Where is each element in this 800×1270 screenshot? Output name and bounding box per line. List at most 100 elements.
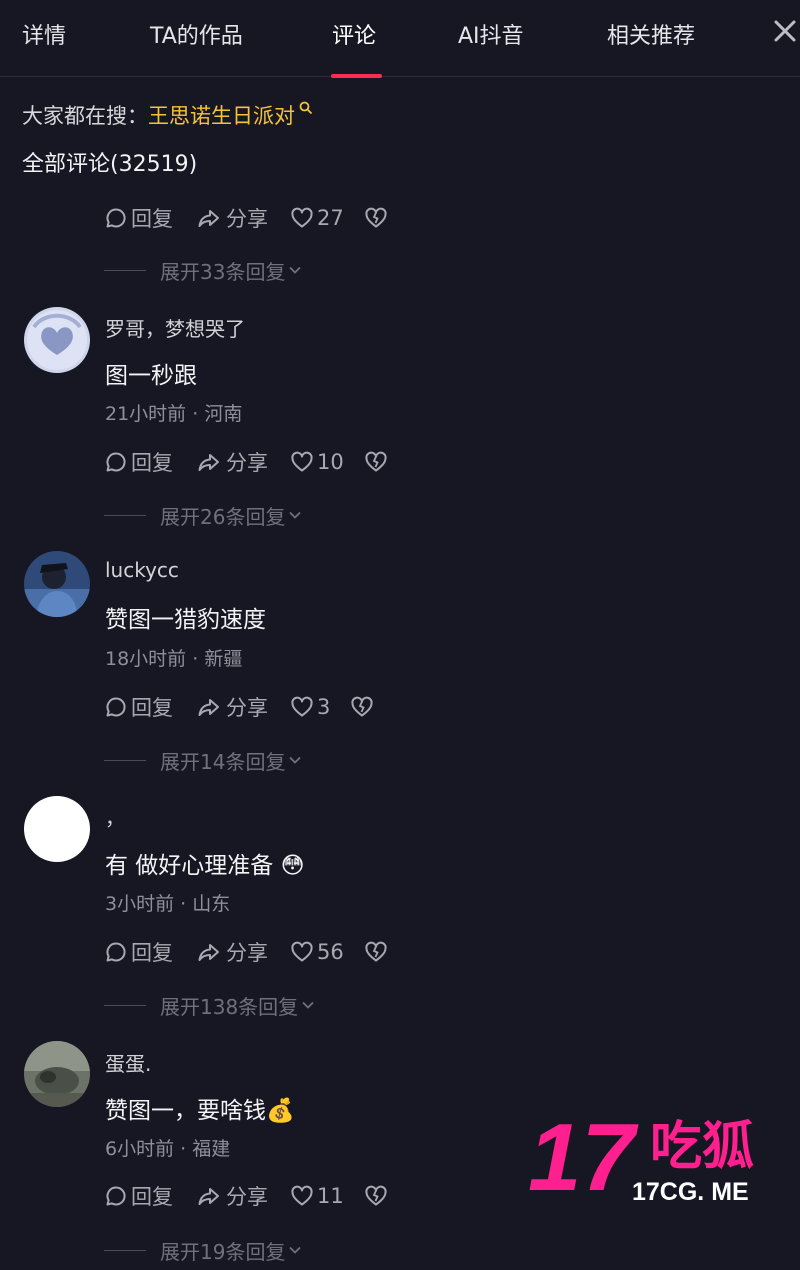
search-keyword-link[interactable]: 王思诺生日派对 bbox=[148, 104, 295, 128]
avatar[interactable] bbox=[24, 551, 90, 617]
chevron-down-icon bbox=[287, 1242, 303, 1258]
comment-time: 3小时前 bbox=[105, 893, 175, 915]
reply-button[interactable]: 回复 bbox=[104, 203, 173, 233]
comment-time: 21小时前 bbox=[105, 403, 187, 425]
like-button[interactable]: 27 bbox=[290, 206, 344, 230]
comment-username[interactable]: 罗哥，梦想哭了 bbox=[105, 313, 245, 342]
comment-time: 6小时前 bbox=[105, 1138, 175, 1160]
share-button[interactable]: 分享 bbox=[195, 1181, 268, 1211]
chevron-down-icon bbox=[300, 997, 316, 1013]
comment-actions: 回复 分享 27 bbox=[104, 203, 413, 233]
expand-replies[interactable]: 展开33条回复 bbox=[104, 256, 303, 284]
active-tab-indicator bbox=[331, 74, 382, 78]
comment-text: 有 做好心理准备 😳 bbox=[105, 846, 305, 880]
watermark-small: 17CG. ME bbox=[632, 1178, 749, 1206]
comment-meta: 18小时前 · 新疆 bbox=[105, 644, 242, 671]
like-count: 10 bbox=[317, 450, 344, 474]
avatar[interactable] bbox=[24, 307, 90, 373]
close-icon[interactable] bbox=[770, 16, 800, 46]
chevron-down-icon bbox=[287, 262, 303, 278]
reply-button[interactable]: 回复 bbox=[104, 937, 173, 967]
heart-icon bbox=[290, 206, 314, 230]
share-label: 分享 bbox=[226, 696, 268, 720]
comment-time: 18小时前 bbox=[105, 648, 187, 670]
tab-details[interactable]: 详情 bbox=[22, 18, 66, 50]
heart-icon bbox=[290, 940, 314, 964]
avatar[interactable] bbox=[24, 1041, 90, 1107]
share-arrow-icon bbox=[195, 206, 223, 230]
reply-button[interactable]: 回复 bbox=[104, 692, 173, 722]
chevron-down-icon bbox=[287, 752, 303, 768]
dislike-button[interactable] bbox=[364, 450, 391, 474]
divider bbox=[104, 1004, 146, 1006]
comment-location: 山东 bbox=[192, 893, 231, 915]
meta-separator: · bbox=[186, 403, 205, 425]
comment-username[interactable]: ， bbox=[105, 802, 125, 831]
comment-username[interactable]: luckycc bbox=[105, 558, 179, 582]
comment-username[interactable]: 蛋蛋. bbox=[105, 1048, 151, 1077]
comment-location: 河南 bbox=[204, 403, 243, 425]
comment-count: 全部评论(32519) bbox=[22, 152, 198, 177]
tab-related[interactable]: 相关推荐 bbox=[607, 18, 695, 50]
comment-text: 图一秒跟 bbox=[105, 363, 197, 389]
comment-bubble-icon bbox=[104, 1184, 128, 1208]
share-label: 分享 bbox=[226, 451, 268, 475]
search-icon[interactable] bbox=[295, 101, 313, 118]
reply-button[interactable]: 回复 bbox=[104, 447, 173, 477]
share-label: 分享 bbox=[226, 1185, 268, 1209]
chevron-down-icon bbox=[287, 507, 303, 523]
comment-meta: 3小时前 · 山东 bbox=[105, 889, 230, 916]
broken-heart-icon bbox=[350, 695, 374, 719]
divider bbox=[104, 269, 146, 271]
comment-text-body: 赞图一，要啥钱 bbox=[105, 1098, 266, 1124]
comment-text: 赞图一，要啥钱💰 bbox=[105, 1091, 295, 1125]
money-bag-emoji: 💰 bbox=[266, 1098, 295, 1124]
share-arrow-icon bbox=[195, 1184, 223, 1208]
reply-button[interactable]: 回复 bbox=[104, 1181, 173, 1211]
like-button[interactable]: 56 bbox=[290, 940, 344, 964]
share-button[interactable]: 分享 bbox=[195, 692, 268, 722]
tab-comments[interactable]: 评论 bbox=[332, 18, 376, 50]
expand-replies-label: 展开14条回复 bbox=[160, 749, 286, 774]
like-count: 11 bbox=[317, 1184, 344, 1208]
meta-separator: · bbox=[174, 1138, 193, 1160]
dislike-button[interactable] bbox=[364, 1184, 391, 1208]
broken-heart-icon bbox=[364, 940, 388, 964]
like-button[interactable]: 11 bbox=[290, 1184, 344, 1208]
like-count: 3 bbox=[317, 695, 331, 719]
broken-heart-icon bbox=[364, 1184, 388, 1208]
like-button[interactable]: 10 bbox=[290, 450, 344, 474]
watermark-cn: 吃狐 bbox=[650, 1117, 754, 1177]
share-button[interactable]: 分享 bbox=[195, 447, 268, 477]
broken-heart-icon bbox=[364, 450, 388, 474]
divider bbox=[104, 514, 146, 516]
dislike-button[interactable] bbox=[364, 206, 391, 230]
like-button[interactable]: 3 bbox=[290, 695, 330, 719]
comment-bubble-icon bbox=[104, 206, 128, 230]
share-button[interactable]: 分享 bbox=[195, 203, 268, 233]
reply-label: 回复 bbox=[131, 1185, 173, 1209]
expand-replies[interactable]: 展开19条回复 bbox=[104, 1236, 303, 1264]
share-button[interactable]: 分享 bbox=[195, 937, 268, 967]
avatar[interactable] bbox=[24, 796, 90, 862]
tab-works[interactable]: TA的作品 bbox=[150, 18, 243, 50]
dislike-button[interactable] bbox=[364, 940, 391, 964]
share-label: 分享 bbox=[226, 207, 268, 231]
comment-location: 新疆 bbox=[204, 648, 243, 670]
expand-replies[interactable]: 展开26条回复 bbox=[104, 501, 303, 529]
share-arrow-icon bbox=[195, 450, 223, 474]
flushed-face-emoji: 😳 bbox=[280, 853, 305, 879]
comment-meta: 6小时前 · 福建 bbox=[105, 1134, 230, 1161]
comment-bubble-icon bbox=[104, 695, 128, 719]
tab-ai-douyin[interactable]: AI抖音 bbox=[458, 18, 524, 50]
reply-label: 回复 bbox=[131, 207, 173, 231]
expand-replies-label: 展开26条回复 bbox=[160, 504, 286, 529]
expand-replies[interactable]: 展开14条回复 bbox=[104, 746, 303, 774]
expand-replies[interactable]: 展开138条回复 bbox=[104, 991, 316, 1019]
expand-replies-label: 展开19条回复 bbox=[160, 1239, 286, 1264]
dislike-button[interactable] bbox=[350, 695, 377, 719]
share-arrow-icon bbox=[195, 695, 223, 719]
reply-label: 回复 bbox=[131, 941, 173, 965]
comment-actions: 回复 分享 11 bbox=[104, 1181, 413, 1211]
reply-label: 回复 bbox=[131, 451, 173, 475]
